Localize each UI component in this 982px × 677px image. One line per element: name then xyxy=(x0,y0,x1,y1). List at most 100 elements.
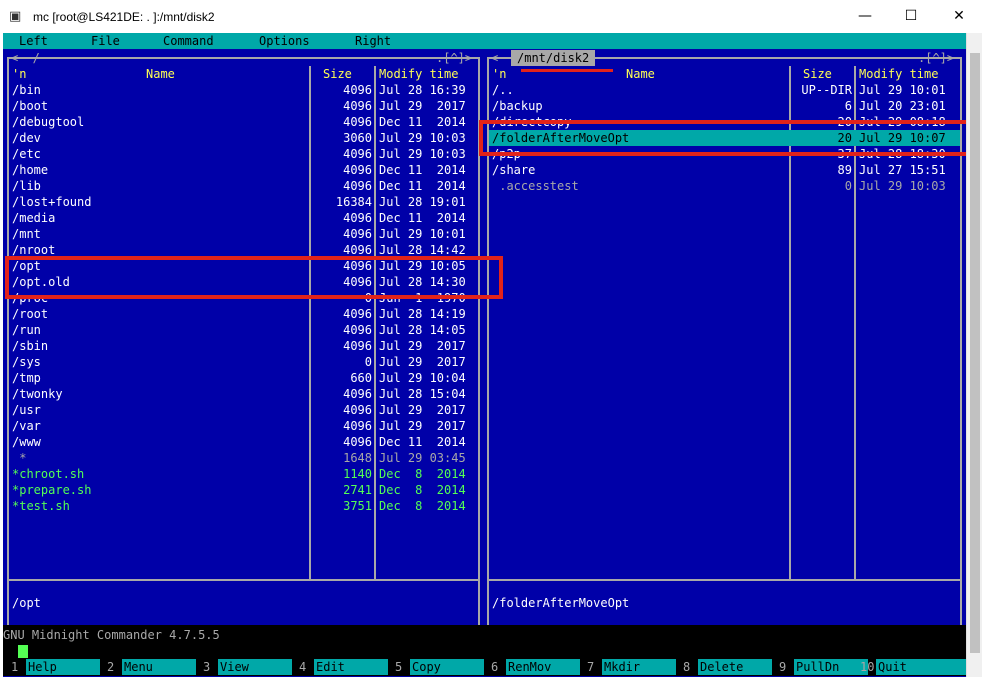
file-name[interactable]: /media xyxy=(12,210,55,226)
putty-icon[interactable]: ▣ xyxy=(9,9,21,24)
file-name[interactable]: *chroot.sh xyxy=(12,466,84,482)
file-size: 6 xyxy=(844,99,852,113)
file-size: 1140 xyxy=(343,467,372,481)
file-size: 4096 xyxy=(343,275,372,289)
file-name[interactable]: /directcopy xyxy=(492,114,571,130)
file-name[interactable]: /sbin xyxy=(12,338,48,354)
file-time: Jul 29 10:03 xyxy=(379,131,466,145)
file-name[interactable]: /boot xyxy=(12,98,48,114)
file-name[interactable]: /www xyxy=(12,434,41,450)
menu-options[interactable]: Options xyxy=(259,33,310,49)
file-time: Jul 20 23:01 xyxy=(859,99,946,113)
file-time: Jul 29 10:03 xyxy=(379,147,466,161)
right-panel-corner: <─ xyxy=(491,51,506,65)
file-name[interactable]: /opt xyxy=(12,258,41,274)
file-name[interactable]: /lib xyxy=(12,178,41,194)
command-line[interactable]: GNU Midnight Commander 4.7.5.5 xyxy=(3,625,966,661)
menu-command[interactable]: Command xyxy=(163,33,214,49)
file-time: Jul 28 19:01 xyxy=(379,195,466,209)
file-name[interactable]: /home xyxy=(12,162,48,178)
file-name[interactable]: /root xyxy=(12,306,48,322)
file-time: Jul 29 10:01 xyxy=(379,227,466,241)
file-name[interactable]: /nroot xyxy=(12,242,55,258)
left-col-time[interactable]: Modify time xyxy=(379,66,458,82)
file-size: 37 xyxy=(837,147,852,161)
close-button[interactable]: ✕ xyxy=(936,0,982,33)
file-time: Jul 28 14:42 xyxy=(379,243,466,257)
file-name[interactable]: *test.sh xyxy=(12,498,70,514)
right-col-size[interactable]: Size xyxy=(803,66,832,82)
scrollbar-thumb[interactable] xyxy=(970,53,980,653)
right-col-name[interactable]: Name xyxy=(626,66,655,82)
file-name[interactable]: /.. xyxy=(492,82,514,98)
file-time: Jul 29 08:18 xyxy=(859,115,946,129)
file-time: Jul 29 10:07 xyxy=(859,131,946,145)
menu-right[interactable]: Right xyxy=(355,33,391,49)
file-name[interactable]: /opt.old xyxy=(12,274,70,290)
file-time: Jul 28 18:30 xyxy=(859,147,946,161)
window-titlebar: ▣ mc [root@LS421DE: . ]:/mnt/disk2 — ☐ ✕ xyxy=(0,0,982,33)
file-name[interactable]: /tmp xyxy=(12,370,41,386)
file-time: Dec 8 2014 xyxy=(379,483,466,497)
file-name[interactable]: /p2p xyxy=(492,146,521,162)
file-size: 4096 xyxy=(343,387,372,401)
file-time: Dec 8 2014 xyxy=(379,467,466,481)
file-name[interactable]: /debugtool xyxy=(12,114,84,130)
file-time: Jul 27 15:51 xyxy=(859,163,946,177)
file-name[interactable]: /folderAfterMoveOpt xyxy=(492,130,629,146)
left-status-divider xyxy=(7,579,480,581)
file-name[interactable]: /var xyxy=(12,418,41,434)
file-size: 4096 xyxy=(343,147,372,161)
left-panel-hotlist[interactable]: .[^]> xyxy=(436,50,472,66)
left-panel-path: <─ / xyxy=(11,51,40,65)
file-name[interactable]: /usr xyxy=(12,402,41,418)
window-scrollbar[interactable] xyxy=(966,33,982,677)
file-size: 4096 xyxy=(343,115,372,129)
left-col-sort[interactable]: 'n xyxy=(12,66,26,82)
menu-file[interactable]: File xyxy=(91,33,120,49)
file-size: 4096 xyxy=(343,435,372,449)
maximize-button[interactable]: ☐ xyxy=(888,0,934,33)
file-time: Jul 29 10:03 xyxy=(859,179,946,193)
file-size: 4096 xyxy=(343,99,372,113)
file-size: 3060 xyxy=(343,131,372,145)
file-name[interactable]: /sys xyxy=(12,354,41,370)
file-name[interactable]: /etc xyxy=(12,146,41,162)
file-size: 3751 xyxy=(343,499,372,513)
right-col-sort[interactable]: 'n xyxy=(492,66,506,82)
file-time: Jul 29 10:01 xyxy=(859,83,946,97)
command-output: GNU Midnight Commander 4.7.5.5 xyxy=(3,628,220,642)
file-time: Jul 28 14:19 xyxy=(379,307,466,321)
file-size: 4096 xyxy=(343,163,372,177)
left-col-name[interactable]: Name xyxy=(146,66,175,82)
file-time: Jul 28 15:04 xyxy=(379,387,466,401)
right-status: /folderAfterMoveOpt xyxy=(492,596,630,610)
file-size: 660 xyxy=(350,371,372,385)
left-col-size[interactable]: Size xyxy=(323,66,352,82)
file-name[interactable]: /backup xyxy=(492,98,543,114)
file-name[interactable]: /share xyxy=(492,162,535,178)
file-size: 4096 xyxy=(343,307,372,321)
menu-left[interactable]: Left xyxy=(19,33,48,49)
right-col-time[interactable]: Modify time xyxy=(859,66,938,82)
file-name[interactable]: /proc xyxy=(12,290,48,306)
right-panel-hotlist[interactable]: .[^]> xyxy=(918,50,954,66)
file-name[interactable]: * xyxy=(12,450,26,466)
window-title: mc [root@LS421DE: . ]:/mnt/disk2 xyxy=(33,10,215,24)
file-name[interactable]: /dev xyxy=(12,130,41,146)
file-name[interactable]: /twonky xyxy=(12,386,63,402)
minimize-button[interactable]: — xyxy=(842,0,888,33)
file-size: 89 xyxy=(837,163,852,177)
file-name[interactable]: .accesstest xyxy=(492,178,578,194)
file-name[interactable]: *prepare.sh xyxy=(12,482,91,498)
terminal[interactable]: Left File Command Options Right <─ / .[^… xyxy=(3,33,966,677)
file-name[interactable]: /bin xyxy=(12,82,41,98)
file-name[interactable]: /lost+found xyxy=(12,194,91,210)
file-name[interactable]: /run xyxy=(12,322,41,338)
file-name[interactable]: /mnt xyxy=(12,226,41,242)
file-size: 0 xyxy=(364,355,372,369)
left-divider-size-time xyxy=(374,66,376,579)
left-divider-name-size xyxy=(309,66,311,579)
file-size: 4096 xyxy=(343,259,372,273)
file-size: 0 xyxy=(844,179,852,193)
